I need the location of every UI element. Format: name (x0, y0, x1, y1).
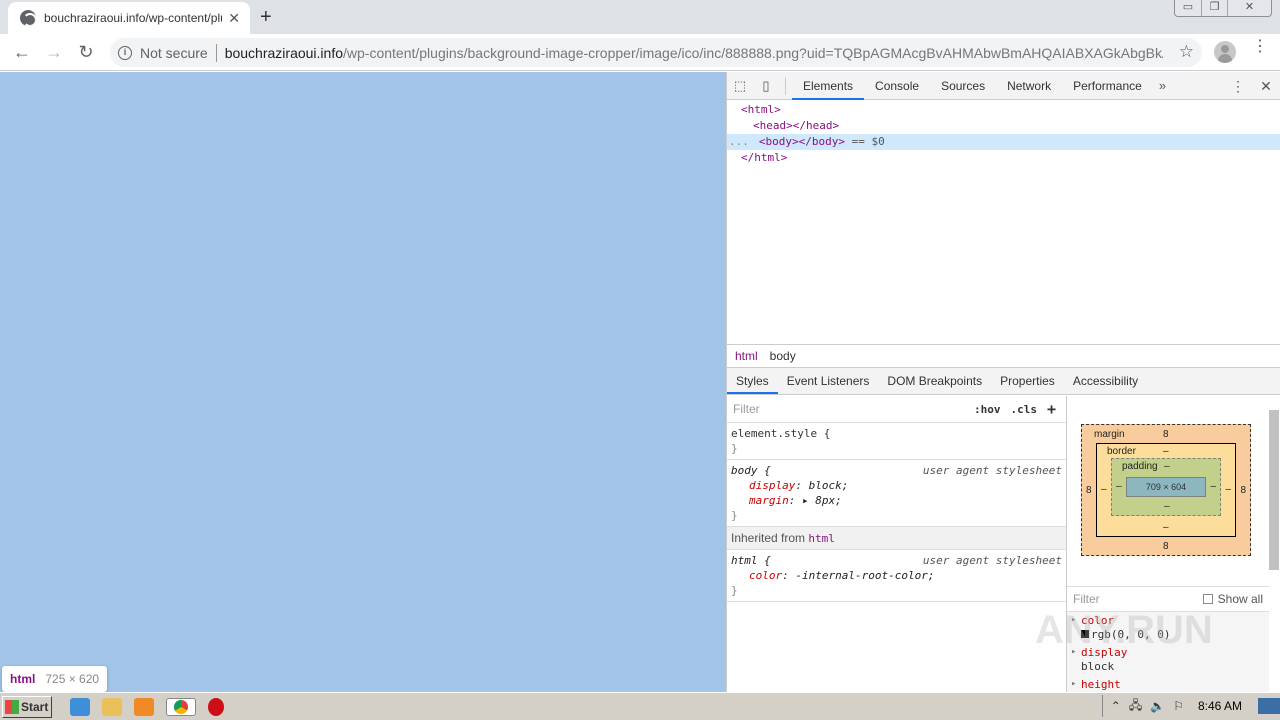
profile-avatar-icon[interactable] (1214, 41, 1236, 63)
styles-filter-bar: Filter :hov .cls + (727, 396, 1066, 423)
explorer-icon[interactable] (102, 697, 122, 716)
security-label[interactable]: Not secure (140, 45, 208, 61)
show-hidden-icons[interactable]: ⌃ (1111, 699, 1121, 713)
window-controls: ▭ ❐ ✕ (1174, 0, 1272, 17)
dom-tree: <html> <head></head> ... <body></body> ==… (727, 100, 1280, 344)
rule-source: user agent stylesheet (922, 464, 1062, 477)
devtools-menu-button[interactable]: ⋮ (1224, 78, 1252, 95)
inspect-element-icon[interactable]: ⬚ (727, 78, 753, 94)
divider (785, 76, 786, 95)
devtools-toolbar: ⬚ ▯ Elements Console Sources Network Per… (727, 72, 1280, 100)
bookmark-star-icon[interactable]: ☆ (1179, 42, 1194, 62)
opera-icon[interactable] (208, 697, 224, 716)
tab-console[interactable]: Console (864, 72, 930, 100)
subtab-accessibility[interactable]: Accessibility (1064, 368, 1147, 394)
breadcrumb-body[interactable]: body (762, 349, 800, 363)
url-host: bouchraziraoui.info (224, 44, 343, 61)
subtab-properties[interactable]: Properties (991, 368, 1064, 394)
tab-performance[interactable]: Performance (1062, 72, 1153, 100)
computed-property[interactable]: colorrgb(0, 0, 0) (1067, 612, 1269, 644)
styles-filter-input[interactable]: Filter (733, 402, 974, 416)
start-button[interactable]: Start (2, 695, 52, 718)
element-inspect-tooltip: html 725 × 620 (2, 666, 108, 692)
tab-sources[interactable]: Sources (930, 72, 996, 100)
browser-toolbar: ← → ↻ i Not secure bouchraziraoui.info /… (0, 34, 1280, 71)
browser-tab[interactable]: bouchraziraoui.info/wp-content/plugins/b… (8, 2, 250, 34)
inherited-header: Inherited from html (727, 527, 1066, 550)
dom-node-html-close[interactable]: </html> (727, 150, 1280, 166)
box-model-border: border – – – – padding – – – – 709 × 604 (1096, 443, 1236, 537)
tooltip-tag: html (10, 672, 36, 686)
tab-strip: bouchraziraoui.info/wp-content/plugins/b… (0, 0, 1280, 34)
info-icon[interactable]: i (118, 45, 132, 60)
windows-logo-icon (5, 699, 19, 714)
back-button[interactable]: ← (6, 42, 38, 63)
tab-close-button[interactable]: ✕ (228, 10, 240, 27)
style-property[interactable]: color: -internal-root-color; (731, 568, 1062, 583)
styles-subtabs: Styles Event Listeners DOM Breakpoints P… (727, 368, 1280, 395)
clock[interactable]: 8:46 AM (1198, 699, 1242, 713)
dom-node-html[interactable]: <html> (727, 102, 1280, 118)
more-tabs-button[interactable]: » (1153, 78, 1172, 93)
volume-icon[interactable]: 🔈 (1150, 699, 1165, 713)
media-player-icon[interactable] (134, 697, 154, 716)
new-tab-button[interactable]: + (260, 6, 272, 29)
page-viewport (0, 72, 726, 692)
divider (215, 43, 217, 62)
minimize-button[interactable]: ▭ (1175, 0, 1201, 16)
computed-property[interactable]: displayblock (1067, 644, 1269, 676)
style-property[interactable]: display: block; (731, 478, 1062, 493)
dom-node-head[interactable]: <head></head> (727, 118, 1280, 134)
breadcrumb: html body (727, 344, 1280, 368)
forward-button[interactable]: → (38, 42, 70, 63)
ie-icon[interactable] (70, 697, 90, 716)
system-tray: ⌃ 🖧 🔈 ⚐ 8:46 AM (1101, 695, 1280, 717)
devtools-close-button[interactable]: ✕ (1252, 78, 1280, 95)
tooltip-dimensions: 725 × 620 (45, 672, 100, 686)
devtools-panel: ⬚ ▯ Elements Console Sources Network Per… (726, 72, 1280, 694)
taskbar: Start ⌃ 🖧 🔈 ⚐ 8:46 AM (0, 692, 1280, 720)
globe-icon (20, 10, 36, 26)
style-property[interactable]: margin: ▸ 8px; (731, 493, 1062, 508)
inherited-tag-link[interactable]: html (808, 532, 835, 545)
element-style-rule[interactable]: element.style { } (727, 423, 1066, 460)
new-rule-button[interactable]: + (1047, 400, 1056, 418)
color-swatch[interactable] (1081, 630, 1089, 638)
browser-menu-button[interactable]: ⋮ (1252, 39, 1268, 55)
rule-source: user agent stylesheet (922, 554, 1062, 567)
computed-filter-bar: Filter Show all (1067, 586, 1269, 612)
html-style-rule[interactable]: html { user agent stylesheet color: -int… (727, 550, 1066, 602)
subtab-dom-breakpoints[interactable]: DOM Breakpoints (878, 368, 991, 394)
cls-button[interactable]: .cls (1010, 403, 1037, 416)
tab-title: bouchraziraoui.info/wp-content/plugins/b… (44, 11, 222, 25)
tab-elements[interactable]: Elements (792, 72, 865, 100)
computed-pane: Filter Show all colorrgb(0, 0, 0) displa… (1067, 586, 1269, 694)
box-model-content: 709 × 604 (1126, 477, 1206, 497)
show-desktop-button[interactable] (1258, 698, 1280, 714)
styles-pane: Filter :hov .cls + element.style { } bod… (727, 396, 1067, 692)
breadcrumb-html[interactable]: html (727, 349, 762, 363)
reload-button[interactable]: ↻ (70, 42, 102, 63)
box-model-padding: padding – – – – 709 × 604 (1111, 458, 1221, 516)
address-bar[interactable]: i Not secure bouchraziraoui.info /wp-con… (110, 38, 1202, 67)
restore-button[interactable]: ❐ (1201, 0, 1227, 16)
scrollbar[interactable] (1269, 400, 1279, 688)
window-close-button[interactable]: ✕ (1227, 0, 1271, 16)
hov-button[interactable]: :hov (974, 403, 1001, 416)
subtab-styles[interactable]: Styles (727, 368, 778, 394)
chrome-icon (174, 699, 188, 714)
body-style-rule[interactable]: body { user agent stylesheet display: bl… (727, 460, 1066, 527)
computed-filter-input[interactable]: Filter (1073, 592, 1203, 606)
network-icon[interactable]: 🖧 (1129, 696, 1142, 717)
box-model-margin: margin 8 8 8 8 border – – – – padding – … (1081, 424, 1251, 556)
chrome-taskbar-button[interactable] (166, 697, 196, 716)
tab-network[interactable]: Network (996, 72, 1062, 100)
show-all-label: Show all (1217, 592, 1263, 606)
show-all-checkbox[interactable] (1202, 594, 1213, 604)
subtab-event-listeners[interactable]: Event Listeners (778, 368, 879, 394)
action-center-flag-icon[interactable]: ⚐ (1173, 699, 1184, 713)
url-path: /wp-content/plugins/background-image-cro… (343, 44, 1163, 61)
device-toggle-icon[interactable]: ▯ (753, 78, 779, 94)
dom-node-body[interactable]: ... <body></body> == $0 (727, 134, 1280, 150)
